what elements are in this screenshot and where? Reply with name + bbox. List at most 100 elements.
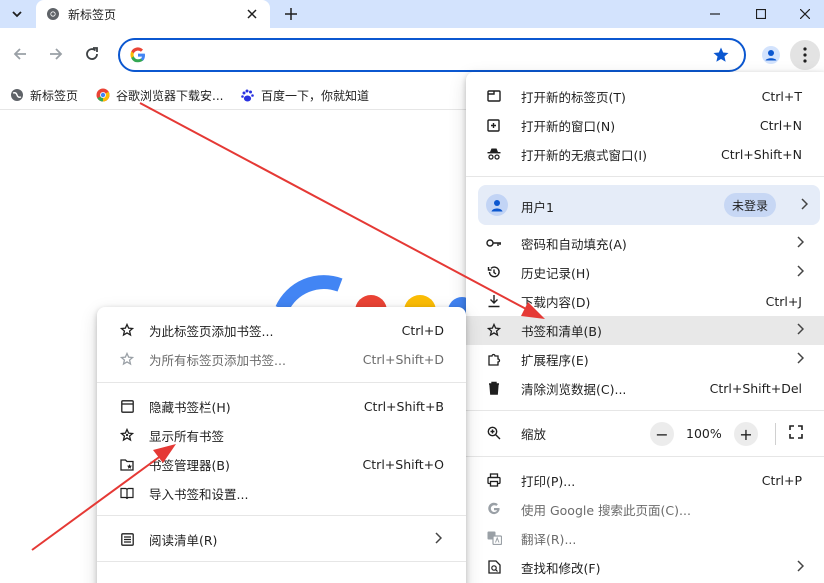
chrome-icon <box>47 8 59 20</box>
menu-label: 隐藏书签栏(H) <box>149 400 231 415</box>
chrome-menu-button[interactable] <box>790 40 820 70</box>
menu-new-window[interactable]: 打开新的窗口(N) Ctrl+N <box>466 111 824 140</box>
zoom-out-button[interactable]: − <box>650 422 674 446</box>
menu-label: 下载内容(D) <box>521 295 591 310</box>
menu-divider <box>97 561 466 562</box>
reload-icon <box>86 47 98 60</box>
menu-print[interactable]: 打印(P)... Ctrl+P <box>466 466 824 495</box>
menu-shortcut: Ctrl+Shift+N <box>721 147 802 162</box>
zoom-divider <box>775 423 776 445</box>
download-icon <box>486 293 502 309</box>
menu-label: 阅读清单(R) <box>149 533 218 548</box>
reload-button[interactable] <box>80 42 104 66</box>
chevron-right-icon <box>797 560 804 572</box>
menu-label: 打开新的窗口(N) <box>521 119 616 134</box>
maximize-icon <box>756 9 766 19</box>
close-icon <box>800 9 810 19</box>
person-icon <box>486 194 508 216</box>
menu-find-and-edit[interactable]: 查找和修改(F) <box>466 553 824 582</box>
incognito-icon <box>486 146 502 162</box>
star-outline-icon <box>119 322 135 338</box>
address-bar[interactable] <box>118 38 746 72</box>
bookmark-baidu[interactable]: 百度一下，你就知道 <box>240 84 369 106</box>
submenu-show-all-bookmarks[interactable]: 显示所有书签 <box>97 421 466 450</box>
menu-passwords[interactable]: 密码和自动填充(A) <box>466 229 824 258</box>
chevron-right-icon <box>797 236 804 248</box>
menu-shortcut: Ctrl+N <box>759 118 802 133</box>
menu-label: 查找和修改(F) <box>521 561 601 576</box>
menu-divider <box>466 176 824 177</box>
close-icon[interactable] <box>244 6 260 22</box>
new-tab-icon <box>486 88 502 104</box>
menu-divider <box>97 382 466 383</box>
submenu-bookmark-all-tabs[interactable]: 为所有标签页添加书签... Ctrl+Shift+D <box>97 345 466 374</box>
menu-shortcut: Ctrl+Shift+Del <box>709 381 802 396</box>
back-button[interactable] <box>8 42 32 66</box>
tab-title: 新标签页 <box>68 7 117 22</box>
submenu-hide-bookmarks-bar[interactable]: 隐藏书签栏(H) Ctrl+Shift+B <box>97 392 466 421</box>
new-tab-button[interactable] <box>280 3 302 25</box>
submenu-bookmark-this-tab[interactable]: 为此标签页添加书签... Ctrl+D <box>97 316 466 345</box>
chrome-icon <box>96 88 110 102</box>
menu-shortcut: Ctrl+Shift+O <box>362 457 444 472</box>
menu-shortcut: Ctrl+D <box>401 323 444 338</box>
menu-label: 打开新的标签页(T) <box>521 90 626 105</box>
menu-label: 清除浏览数据(C)... <box>521 382 627 397</box>
menu-label: 导入书签和设置... <box>149 487 249 502</box>
profile-button[interactable] <box>758 42 784 68</box>
menu-label: 使用 Google 搜索此页面(C)... <box>521 503 691 518</box>
close-window-button[interactable] <box>782 0 824 28</box>
plus-icon <box>285 8 297 20</box>
menu-label: 书签管理器(B) <box>149 458 230 473</box>
maximize-button[interactable] <box>738 0 784 28</box>
chevron-right-icon <box>435 532 442 544</box>
chevron-down-icon <box>12 11 22 18</box>
menu-history[interactable]: 历史记录(H) <box>466 258 824 287</box>
submenu-import-bookmarks[interactable]: 导入书签和设置... <box>97 479 466 508</box>
star-icon[interactable] <box>712 46 730 64</box>
puzzle-icon <box>486 351 502 367</box>
menu-translate[interactable]: 翻译(R)... <box>466 524 824 553</box>
menu-divider <box>466 456 824 457</box>
bookmark-label: 百度一下，你就知道 <box>261 88 370 103</box>
submenu-reading-list[interactable]: 阅读清单(R) <box>97 525 466 554</box>
tab-new-tab[interactable]: 新标签页 <box>36 0 270 28</box>
menu-shortcut: Ctrl+Shift+B <box>363 399 444 414</box>
chevron-right-icon <box>797 323 804 335</box>
menu-extensions[interactable]: 扩展程序(E) <box>466 345 824 374</box>
folder-star-icon <box>119 456 135 472</box>
menu-zoom: 缩放 − 100% + <box>466 419 824 448</box>
menu-bookmarks-and-lists[interactable]: 书签和清单(B) <box>466 316 824 345</box>
zoom-icon <box>486 425 502 441</box>
submenu-bookmark-manager[interactable]: 书签管理器(B) Ctrl+Shift+O <box>97 450 466 479</box>
bookmarks-submenu: 为此标签页添加书签... Ctrl+D 为所有标签页添加书签... Ctrl+S… <box>97 307 466 583</box>
chevron-right-icon <box>801 198 808 210</box>
menu-label: 历史记录(H) <box>521 266 591 281</box>
menu-shortcut: Ctrl+P <box>761 473 802 488</box>
minimize-button[interactable] <box>692 0 738 28</box>
menu-incognito[interactable]: 打开新的无痕式窗口(I) Ctrl+Shift+N <box>466 140 824 169</box>
menu-downloads[interactable]: 下载内容(D) Ctrl+J <box>466 287 824 316</box>
profile-name: 用户1 <box>521 200 554 215</box>
forward-button[interactable] <box>44 42 68 66</box>
chrome-main-menu: 打开新的标签页(T) Ctrl+T 打开新的窗口(N) Ctrl+N 打开新的无… <box>466 72 824 583</box>
tab-search-button[interactable] <box>6 3 28 25</box>
bookmark-new-tab[interactable]: 新标签页 <box>10 84 78 106</box>
menu-profile[interactable]: 用户1 未登录 <box>478 185 820 225</box>
arrow-right-icon <box>50 48 63 60</box>
menu-new-tab[interactable]: 打开新的标签页(T) Ctrl+T <box>466 82 824 111</box>
tab-strip: 新标签页 <box>0 0 824 28</box>
menu-label: 书签和清单(B) <box>521 324 602 339</box>
globe-icon <box>11 89 23 101</box>
chevron-right-icon <box>797 265 804 277</box>
bookmark-label: 新标签页 <box>30 88 79 103</box>
menu-clear-browsing-data[interactable]: 清除浏览数据(C)... Ctrl+Shift+Del <box>466 374 824 403</box>
translate-icon <box>486 530 502 546</box>
menu-google-search-page[interactable]: 使用 Google 搜索此页面(C)... <box>466 495 824 524</box>
bookmark-chrome-download[interactable]: 谷歌浏览器下载安... <box>96 84 223 106</box>
zoom-in-button[interactable]: + <box>734 422 758 446</box>
menu-label: 为此标签页添加书签... <box>149 324 274 339</box>
google-g-icon <box>130 47 145 63</box>
address-input[interactable] <box>154 44 714 66</box>
fullscreen-icon[interactable] <box>789 425 803 439</box>
